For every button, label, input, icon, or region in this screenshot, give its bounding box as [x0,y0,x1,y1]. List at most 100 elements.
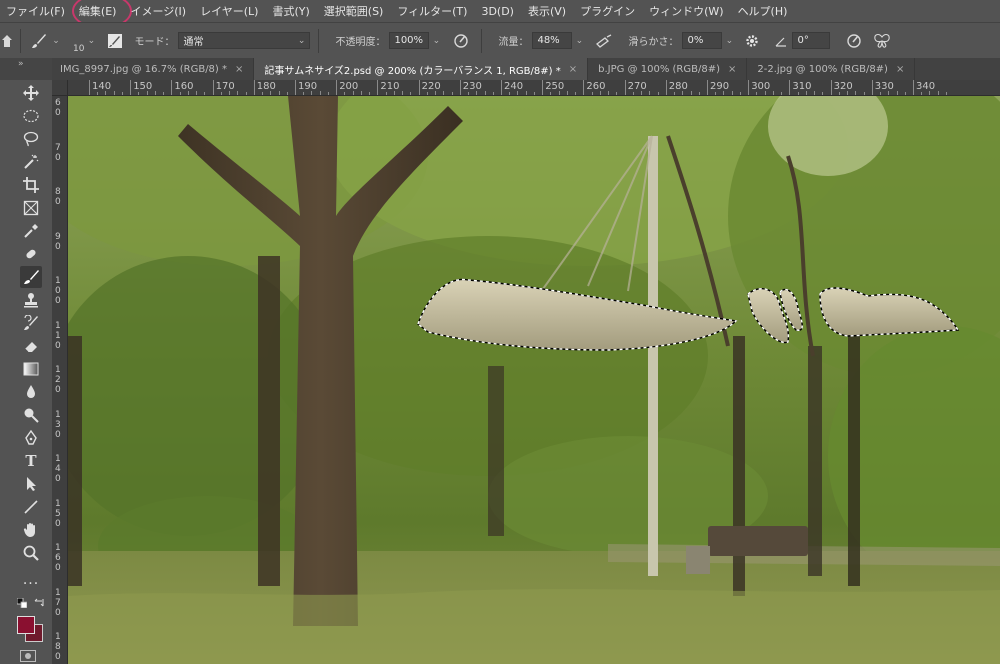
ruler-minor-tick [921,92,923,95]
ruler-minor-tick [739,92,741,95]
zoom-icon[interactable] [20,542,42,564]
tab-img-8997[interactable]: IMG_8997.jpg @ 16.7% (RGB/8) * × [52,58,255,80]
ruler-minor-tick [327,92,329,95]
magic-wand-icon[interactable] [20,151,42,173]
ruler-tick [913,80,914,95]
ruler-minor-tick [262,92,264,95]
menu-3d[interactable]: 3D(D) [481,5,514,18]
brush-preset-icon[interactable] [29,33,49,49]
symmetry-butterfly-icon[interactable] [870,33,894,49]
horizontal-ruler[interactable]: 140 150 160 170 180 190 200 210 220 230 240 250 260 2… [52,80,1000,96]
opacity-field[interactable]: 100% [389,32,430,49]
smoothing-field[interactable]: 0% [682,32,723,49]
gear-icon[interactable] [740,34,764,48]
history-brush-icon[interactable] [20,312,42,334]
close-icon[interactable]: × [235,64,243,75]
default-colors-icon[interactable] [16,597,28,609]
ruler-minor-tick [303,92,305,95]
flow-field[interactable]: 48% [532,32,573,49]
ruler-minor-tick [591,92,593,95]
brush-settings-panel-icon[interactable] [104,33,126,49]
brush-preset-dropdown-icon[interactable]: ⌄ [49,32,63,49]
menu-type[interactable]: 書式(Y) [272,3,309,19]
ruler-corner[interactable] [52,80,68,96]
menu-layer[interactable]: レイヤー(L) [200,3,258,19]
menu-help[interactable]: ヘルプ(H) [738,3,788,19]
flow-dropdown-icon[interactable]: ⌄ [572,32,586,49]
ruler-minor-tick [731,91,733,95]
ruler-label: 1 4 0 [55,454,61,484]
ruler-minor-tick [352,91,354,95]
pressure-size-icon[interactable] [842,33,866,49]
healing-brush-icon[interactable] [20,243,42,265]
close-icon[interactable]: × [896,64,904,75]
menu-window[interactable]: ウィンドウ(W) [649,3,723,19]
angle-field[interactable]: 0° [792,32,831,49]
ruler-minor-tick [772,91,774,95]
move-icon[interactable] [20,82,42,104]
park-photo [68,96,1000,664]
ruler-minor-tick [278,91,280,95]
ruler-tick [501,80,502,95]
ruler-minor-tick [484,91,486,95]
eyedropper-icon[interactable] [20,220,42,242]
ruler-label: 150 [133,81,153,92]
home-icon[interactable] [0,34,14,47]
panel-collapse-icon[interactable]: » [0,58,52,80]
ruler-minor-tick [575,92,577,95]
brush-size-dropdown-icon[interactable]: ⌄ [84,32,98,49]
ruler-minor-tick [847,91,849,95]
ruler-minor-tick [945,92,947,95]
ruler-tick [212,80,214,95]
ruler-label: 260 [586,81,606,92]
tab-b-jpg[interactable]: b.JPG @ 100% (RGB/8#) × [588,58,748,80]
menu-image[interactable]: イメージ(I) [130,3,186,19]
type-icon[interactable]: T [20,450,42,472]
mode-select[interactable]: 通常 ⌄ [178,32,311,49]
ruler-minor-tick [443,91,445,95]
menu-view[interactable]: 表示(V) [528,3,566,19]
smoothing-dropdown-icon[interactable]: ⌄ [722,32,736,49]
clone-stamp-icon[interactable] [20,289,42,311]
brush-icon[interactable] [20,266,42,288]
menu-file[interactable]: ファイル(F) [6,3,65,19]
ruler-minor-tick [344,92,346,95]
flow-label: 流量： [498,37,529,48]
gradient-icon[interactable] [20,358,42,380]
quick-mask-icon[interactable] [20,650,36,662]
close-icon[interactable]: × [728,64,736,75]
frame-icon[interactable] [20,197,42,219]
menu-edit[interactable]: 編集(E) [72,0,132,29]
menu-plugins[interactable]: プラグイン [580,3,635,19]
more-tools-icon[interactable]: ··· [20,573,42,595]
menu-select[interactable]: 選択範囲(S) [324,3,384,19]
eraser-icon[interactable] [20,335,42,357]
ruler-minor-tick [674,92,676,95]
hand-icon[interactable] [20,519,42,541]
crop-icon[interactable] [20,174,42,196]
ruler-minor-tick [492,92,494,95]
ruler-minor-tick [517,91,519,95]
opacity-dropdown-icon[interactable]: ⌄ [429,32,443,49]
path-select-icon[interactable] [20,473,42,495]
ruler-minor-tick [715,92,717,95]
pressure-opacity-icon[interactable] [449,33,473,49]
foreground-color-swatch[interactable] [17,616,35,634]
dodge-icon[interactable] [20,404,42,426]
swap-colors-icon[interactable] [34,598,44,608]
lasso-icon[interactable] [20,128,42,150]
ruler-tick [459,80,461,95]
line-icon[interactable] [20,496,42,518]
document-canvas[interactable] [68,96,1000,664]
marquee-icon[interactable] [20,105,42,127]
blur-icon[interactable] [20,381,42,403]
close-icon[interactable]: × [569,64,577,75]
ruler-minor-tick [410,92,412,95]
tab-thumbnail-psd[interactable]: 記事サムネサイズ2.psd @ 200% (カラーバランス 1, RGB/8#)… [254,58,589,80]
ruler-label: 210 [380,81,400,92]
tab-2-2-jpg[interactable]: 2-2.jpg @ 100% (RGB/8#) × [747,58,916,80]
menu-filter[interactable]: フィルター(T) [397,3,467,19]
vertical-ruler[interactable]: 6 0 7 0 8 0 9 0 1 0 0 1 1 0 1 2 0 1 3 0 1 4 0 1 5… [52,96,68,664]
airbrush-icon[interactable] [592,33,616,48]
pen-icon[interactable] [20,427,42,449]
